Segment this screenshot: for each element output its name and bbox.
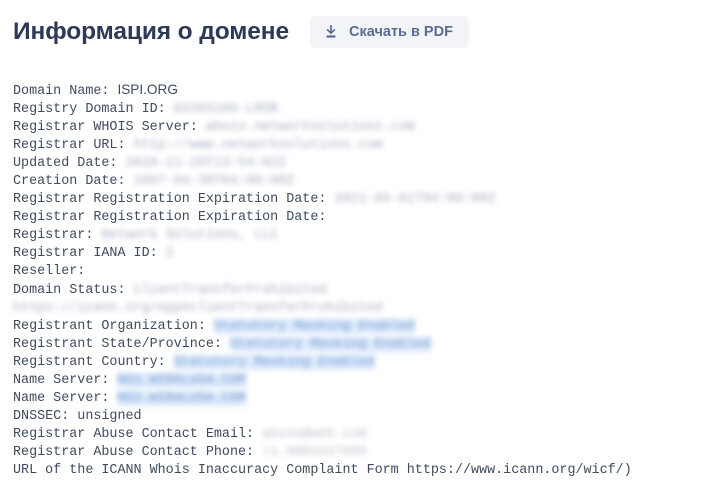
whois-line-value: Network Solutions, LLC	[101, 228, 279, 244]
whois-line-value: NS1.WIRALUSA.COM	[117, 372, 247, 388]
whois-line-label: Registrar Abuse Contact Phone:	[13, 444, 263, 460]
whois-line-value: http://www.networksolutions.com	[133, 138, 383, 154]
whois-record: Domain Name: ISPI.ORG Registry Domain ID:…	[13, 81, 683, 480]
whois-line: Registrant Organization: Statutory Maski…	[13, 318, 683, 336]
whois-line: Registrar WHOIS Server: whois.networksol…	[13, 119, 683, 137]
whois-line-value: abuse@web.com	[262, 426, 367, 442]
whois-line-value: whois.networksolutions.com	[205, 120, 415, 136]
whois-line-label: Updated Date:	[13, 156, 126, 172]
whois-line: DNSSEC: unsigned	[13, 408, 683, 426]
whois-line: Registrant Country: Statutory Masking En…	[13, 354, 683, 372]
whois-line-value: D2365166-LROR	[173, 102, 279, 118]
whois-line: Name Server: NS1.WIRALUSA.COM	[13, 372, 683, 390]
whois-line-value: Statutory Masking Enabled	[173, 354, 375, 370]
whois-line-value: 2018-11-20T13:54:02Z	[125, 156, 287, 172]
whois-line: Registry Domain ID: D2365166-LROR	[13, 101, 683, 119]
whois-line-label: Creation Date:	[13, 174, 134, 190]
whois-line: Updated Date: 2018-11-20T13:54:02Z	[13, 155, 683, 173]
whois-line-value: 2021-05-01T04:00:00Z	[334, 192, 496, 208]
whois-line: Registrar URL: http://www.networksolutio…	[13, 137, 683, 155]
whois-line: Domain Status: clientTransferProhibited …	[13, 282, 683, 318]
whois-line: Registrar Abuse Contact Phone: +1.800333…	[13, 444, 683, 462]
download-pdf-button[interactable]: Скачать в PDF	[310, 15, 469, 49]
whois-line: Domain Name: ISPI.ORG	[13, 81, 683, 101]
whois-line-label: Name Server:	[13, 390, 118, 406]
domain-info-page: Информация о домене Скачать в PDF Domain…	[0, 0, 701, 503]
whois-line-label: Registrant State/Province:	[13, 336, 230, 352]
whois-line-label: Registrar WHOIS Server:	[13, 120, 206, 136]
whois-line-label: URL of the ICANN Whois Inaccuracy Compla…	[13, 462, 632, 478]
whois-line-label: Registrant Organization:	[13, 318, 214, 334]
whois-line-value: Statutory Masking Enabled	[229, 336, 431, 352]
whois-line: Registrant State/Province: Statutory Mas…	[13, 336, 683, 354]
download-pdf-label: Скачать в PDF	[349, 23, 453, 40]
whois-line: URL of the ICANN Whois Inaccuracy Compla…	[13, 462, 683, 480]
page-header: Информация о домене Скачать в PDF	[0, 0, 701, 52]
whois-line: Registrar Abuse Contact Email: abuse@web…	[13, 426, 683, 444]
whois-line-label: Registrar Registration Expiration Date:	[13, 210, 335, 226]
whois-line: Registrar IANA ID: 2	[13, 245, 683, 263]
download-icon	[324, 25, 338, 39]
whois-line-value: NS2.WIRALUSA.COM	[117, 390, 247, 406]
whois-line-label: Registrar URL:	[13, 138, 134, 154]
whois-line-label: Registry Domain ID:	[13, 102, 174, 118]
whois-line: Name Server: NS2.WIRALUSA.COM	[13, 390, 683, 408]
whois-line-label: Registrar:	[13, 228, 102, 244]
whois-line: Registrar: Network Solutions, LLC	[13, 227, 683, 245]
whois-line-label: Name Server:	[13, 372, 118, 388]
whois-line-label: Registrar Abuse Contact Email:	[13, 426, 263, 442]
whois-line-value: Statutory Masking Enabled	[213, 318, 415, 334]
whois-line-label: Registrant Country:	[13, 354, 174, 370]
whois-line-label: Reseller:	[13, 264, 94, 280]
whois-line-label: Registrar Registration Expiration Date:	[13, 192, 335, 208]
whois-line: Registrar Registration Expiration Date:	[13, 209, 683, 227]
whois-line: Creation Date: 1997-04-30T04:00:00Z	[13, 173, 683, 191]
whois-line-label: DNSSEC: unsigned	[13, 408, 142, 424]
whois-line: Reseller:	[13, 263, 683, 281]
whois-line-label: Domain Name:	[13, 84, 118, 99]
whois-line-label: Domain Status:	[13, 282, 134, 298]
whois-line: Registrar Registration Expiration Date: …	[13, 191, 683, 209]
whois-line-value: 2	[165, 246, 174, 262]
whois-line-value: 1997-04-30T04:00:00Z	[133, 174, 295, 190]
whois-line-value: +1.8003337680	[262, 444, 367, 460]
whois-line-label: Registrar IANA ID:	[13, 246, 166, 262]
page-title: Информация о домене	[13, 17, 290, 45]
whois-line-value: ISPI.ORG	[117, 82, 178, 97]
